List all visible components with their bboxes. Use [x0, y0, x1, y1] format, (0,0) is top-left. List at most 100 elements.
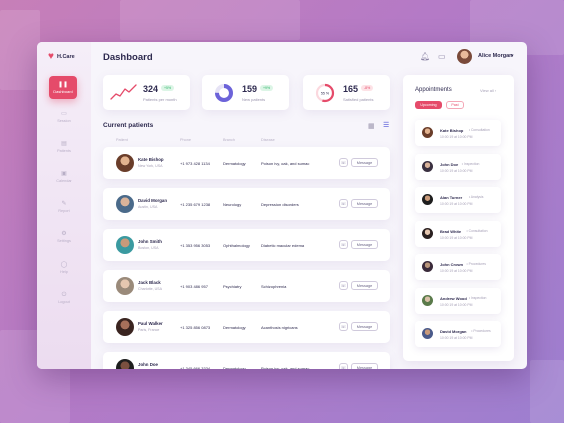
- message-button[interactable]: Message: [351, 199, 378, 208]
- logo[interactable]: ♥ H.Care: [48, 52, 75, 62]
- sidebar-item-settings[interactable]: ⚙ Settings: [37, 231, 91, 243]
- heart-icon: ♥: [48, 51, 54, 62]
- patient-name: David Morgan: [138, 198, 168, 203]
- sidebar-item-calendar[interactable]: ▣ Calendar: [37, 171, 91, 183]
- patient-branch: Dermatology: [223, 366, 246, 369]
- call-button[interactable]: ☏: [339, 281, 348, 290]
- tab-upcoming[interactable]: Upcoming: [415, 101, 442, 109]
- list-view-icon[interactable]: ☰: [383, 121, 389, 129]
- appointment-type: • Inspection: [461, 161, 480, 166]
- section-title: Current patients: [103, 122, 154, 129]
- table-row[interactable]: Jack Black Charlotte, USA +1 903 486 957 Ps…: [103, 270, 390, 302]
- sidebar-item-report[interactable]: ✎ Report: [37, 201, 91, 213]
- view-all-link[interactable]: View all ›: [480, 88, 496, 93]
- patient-name: Jack Black: [138, 280, 161, 285]
- avatar: [116, 195, 134, 213]
- sidebar-item-label: Logout: [58, 300, 70, 304]
- appointment-card[interactable]: John Doe • Inspection 10:00 19 at 10:00 PM: [415, 153, 501, 180]
- appointment-card[interactable]: Alan Turner • Analysis 10:00 19 at 10:00 P…: [415, 187, 501, 213]
- message-button[interactable]: Message: [351, 322, 378, 331]
- ring-percent-label: 55 %: [321, 91, 330, 95]
- avatar: [116, 359, 134, 369]
- ring-chart: 55 %: [315, 83, 335, 103]
- call-button[interactable]: ☏: [339, 240, 348, 249]
- sidebar-item-help[interactable]: ◯ Help: [37, 262, 91, 274]
- patient-name: John Smith: [138, 239, 162, 244]
- avatar: [422, 261, 433, 272]
- appointment-time: 10:00 19 at 10:00 PM: [440, 135, 473, 139]
- table-row[interactable]: John Doe +1 345 666 3334 Dermatology Poison…: [103, 352, 390, 369]
- appointment-name: Brad White: [440, 228, 462, 234]
- table-row[interactable]: Kate Bishop New York, USA +1 973 428 1134 D…: [103, 147, 390, 179]
- stat-value: 165: [343, 84, 359, 94]
- appointment-type: • Consultation: [466, 228, 488, 233]
- bell-icon[interactable]: 🔔︎: [420, 52, 430, 61]
- stat-label: New patients: [242, 97, 266, 102]
- grid-view-icon[interactable]: ▦: [368, 122, 375, 130]
- appointment-time: 10:00 19 at 10:00 PM: [440, 302, 473, 307]
- patient-phone: +1 235 679 1238: [180, 202, 211, 207]
- avatar: [422, 160, 433, 172]
- patient-location: New York, USA: [138, 164, 163, 168]
- table-row[interactable]: John Smith Boston, USA +1 353 956 3053 Opht…: [103, 229, 390, 261]
- column-header: Disease: [261, 138, 275, 142]
- table-row[interactable]: Paul Walker Paris, France +1 325 856 0873 D…: [103, 311, 390, 343]
- column-header: Phone: [180, 138, 191, 142]
- logo-text: H.Care: [56, 54, 75, 60]
- avatar: [422, 294, 433, 306]
- background-square: [120, 0, 300, 40]
- patient-disease: Depression disorders: [261, 202, 299, 207]
- appointment-name: John Doe: [440, 161, 459, 167]
- sidebar-item-label: Patients: [57, 149, 71, 153]
- message-button[interactable]: Message: [351, 281, 378, 290]
- sidebar-item-label: Report: [58, 209, 70, 213]
- stat-label: Patients per month: [143, 97, 177, 102]
- chevron-down-icon[interactable]: ▾: [511, 53, 514, 59]
- sidebar-item-label: Settings: [57, 239, 71, 243]
- sidebar-item-label: Help: [60, 270, 68, 274]
- appointment-card[interactable]: David Morgan • Procedures 10:00 19 at 10:0…: [415, 321, 501, 347]
- table-row[interactable]: David Morgan Austin, USA +1 235 679 1238 Ne…: [103, 188, 390, 220]
- avatar: [116, 318, 134, 336]
- avatar: [116, 236, 134, 254]
- appointment-card[interactable]: John Crown • Procedures 10:00 19 at 10:00 …: [415, 254, 501, 280]
- patient-phone: +1 345 666 3334: [180, 366, 211, 369]
- user-name[interactable]: Alice Morgan: [478, 53, 513, 59]
- appointment-card[interactable]: Brad White • Consultation 10:00 19 at 10:0…: [415, 220, 501, 247]
- page-title: Dashboard: [103, 52, 153, 63]
- message-button[interactable]: Message: [351, 240, 378, 249]
- patient-phone: +1 973 428 1134: [180, 161, 210, 166]
- call-button[interactable]: ☏: [339, 363, 348, 369]
- appointment-card[interactable]: Kate Bishop • Consultation 10:00 19 at 10:…: [415, 120, 501, 146]
- appointment-card[interactable]: Andrew Wood • Inspection 10:00 19 at 10:00…: [415, 287, 501, 314]
- appointment-name: Alan Turner: [440, 195, 463, 200]
- patient-disease: Schizophrenia: [261, 284, 287, 289]
- message-icon[interactable]: ▭: [438, 52, 446, 61]
- sparkline-chart: [110, 84, 137, 100]
- avatar: [116, 277, 134, 295]
- patient-location: Paris, France: [138, 328, 160, 332]
- patient-disease: Acanthosis nigricans: [261, 325, 298, 330]
- call-button[interactable]: ☏: [339, 199, 348, 208]
- call-button[interactable]: ☏: [339, 158, 348, 167]
- sidebar-item-dashboard[interactable]: ❚❚ Dashboard: [49, 76, 77, 99]
- message-button[interactable]: Message: [351, 363, 378, 369]
- sidebar-item-logout[interactable]: ⏻ Logout: [37, 292, 91, 304]
- avatar[interactable]: [457, 49, 472, 64]
- patient-name: John Doe: [138, 362, 159, 367]
- appointment-name: John Crown: [440, 262, 464, 267]
- avatar: [422, 328, 433, 339]
- phone-icon: ☏: [340, 282, 347, 288]
- patient-branch: Dermatology: [223, 161, 246, 166]
- patient-phone: +1 353 956 3053: [180, 243, 211, 248]
- sidebar-item-session[interactable]: ▭ Session: [37, 111, 91, 123]
- appointment-type: • Analysis: [468, 195, 484, 199]
- app-window: ♥ H.Care ❚❚ Dashboard ▭ Session ▤ Patien…: [37, 42, 527, 369]
- stat-card-new-patients: 159 +9% New patients: [202, 75, 289, 110]
- sidebar-item-patients[interactable]: ▤ Patients: [37, 141, 91, 153]
- tab-past[interactable]: Past: [446, 101, 464, 109]
- phone-icon: ☏: [340, 200, 347, 206]
- message-button[interactable]: Message: [351, 158, 378, 167]
- call-button[interactable]: ☏: [339, 322, 348, 331]
- calendar-icon: ▣: [61, 171, 67, 177]
